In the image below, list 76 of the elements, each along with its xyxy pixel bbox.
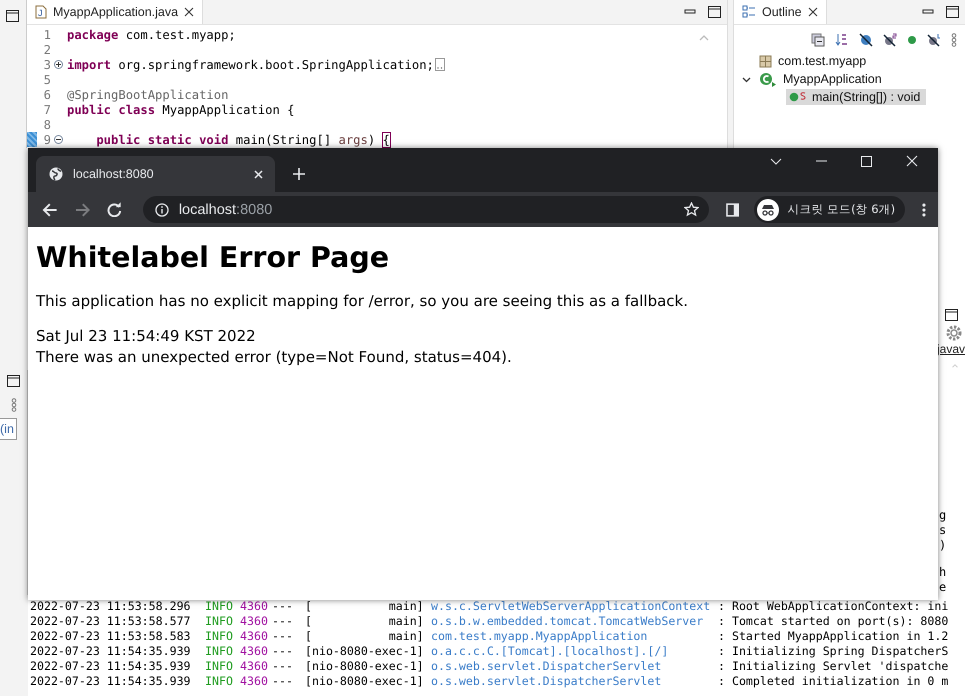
outline-item[interactable]: MyappApplication <box>756 70 888 88</box>
hide-fields-icon[interactable] <box>859 33 873 47</box>
method-icon <box>789 92 799 102</box>
dot-icon[interactable] <box>907 35 917 45</box>
line-number: 6 <box>42 88 51 102</box>
log-line: 2022-07-23 11:53:58.583 INFO 4360 --- [ main] com.test.myapp.MyappApplication : Started MyappApplication in 1.2 <box>29 629 950 644</box>
console-text: g <box>939 508 946 523</box>
log-line: 2022-07-23 11:53:58.577 INFO 4360 --- [ main] o.s.b.w.embedded.tomcat.TomcatWebServer : Tomcat started on port(s): 8080 <box>29 614 950 629</box>
line-number: 5 <box>42 72 51 86</box>
address-bar[interactable]: localhost:8080 <box>142 196 709 223</box>
sort-icon[interactable] <box>835 32 849 48</box>
side-panel-icon[interactable] <box>726 202 740 216</box>
log-line: 2022-07-23 11:53:58.296 INFO 4360 --- [ main] w.s.c.ServletWebServerApplicationContext : Root WebApplicationContext: ini <box>29 599 950 614</box>
code-line: public static void main(String[] args) { <box>95 132 390 146</box>
close-icon[interactable] <box>184 7 194 17</box>
line-number: 7 <box>42 102 51 116</box>
maximize-icon[interactable] <box>7 375 20 387</box>
info-icon[interactable] <box>154 202 169 216</box>
timestamp: Sat Jul 23 11:54:49 KST 2022 <box>36 326 257 347</box>
tab-title: MyappApplication.java <box>53 5 178 19</box>
more-options-icon[interactable] <box>951 33 957 47</box>
view-tab[interactable]: javav <box>936 342 965 356</box>
new-tab-icon[interactable] <box>293 168 305 180</box>
line-number: 2 <box>42 42 51 56</box>
collapse-all-icon[interactable] <box>811 33 825 47</box>
globe-icon <box>49 167 63 181</box>
java-file-icon: J <box>35 5 47 19</box>
code-line: import org.springframework.boot.SpringApplication; <box>66 58 434 72</box>
paragraph: This application has no explicit mapping for /error, so you are seeing this as a fallback. <box>36 292 689 310</box>
line-number: 9 <box>42 132 51 146</box>
code-line: public class MyappApplication { <box>66 102 294 116</box>
chevron-icon[interactable] <box>742 74 751 84</box>
close-icon[interactable] <box>808 7 818 17</box>
error-message: There was an unexpected error (type=Not Found, status=404). <box>36 347 513 368</box>
outline-icon <box>742 5 756 19</box>
console-text: e <box>939 580 946 595</box>
hide-local-icon[interactable] <box>927 33 941 47</box>
back-icon[interactable] <box>42 202 58 216</box>
star-icon[interactable] <box>684 202 699 217</box>
expand-icon[interactable] <box>54 60 62 69</box>
maximize-icon[interactable] <box>946 6 959 18</box>
outline-item[interactable]: com.test.myapp <box>756 53 872 69</box>
log-line: 2022-07-23 11:54:35.939 INFO 4360 --- [nio-8080-exec-1] o.a.c.c.C.[Tomcat].[localhost].[/] : Initializing Spring DispatcherS <box>29 644 950 659</box>
editor-tab[interactable]: J MyappApplication.java <box>27 0 204 24</box>
log-line: 2022-07-23 11:54:35.939 INFO 4360 --- [nio-8080-exec-1] o.s.web.servlet.DispatcherServlet : Completed initialization in 0 m <box>29 674 950 689</box>
log-line: 2022-07-23 11:54:35.939 INFO 4360 --- [nio-8080-exec-1] o.s.web.servlet.DispatcherServlet : Initializing Servlet 'dispatche <box>29 659 950 674</box>
code-line: package com.test.myapp; <box>66 28 236 42</box>
hide-static-icon[interactable] <box>883 33 897 47</box>
line-number: 8 <box>42 118 51 132</box>
class-icon <box>759 72 777 86</box>
console-text: h <box>939 564 946 580</box>
outline-item[interactable]: main(String[]) : void <box>786 89 926 105</box>
menu-icon[interactable] <box>922 202 926 216</box>
outline-tab[interactable]: Outline <box>734 0 827 24</box>
browser-tab[interactable]: localhost:8080 <box>36 156 275 192</box>
forward-icon[interactable] <box>74 202 90 216</box>
reload-icon[interactable] <box>107 202 122 217</box>
minimize-icon[interactable] <box>816 160 827 162</box>
package-icon <box>759 54 772 68</box>
line-number: 3 <box>42 58 51 72</box>
collapse-icon[interactable] <box>54 135 62 144</box>
code-line: @SpringBootApplication <box>66 88 228 102</box>
console-text: ) <box>939 538 946 553</box>
incognito-profile-button[interactable]: 시크릿 모드(창 6개) <box>754 196 906 223</box>
console-text: s <box>939 522 946 538</box>
folded-code-icon[interactable] <box>434 58 445 71</box>
input-field[interactable]: (in <box>0 418 17 440</box>
maximize-icon[interactable] <box>708 6 721 18</box>
more-options-icon[interactable] <box>10 398 16 412</box>
line-number: 1 <box>42 28 51 42</box>
incognito-icon <box>757 198 780 220</box>
maximize-icon[interactable] <box>945 308 958 321</box>
page-heading: Whitelabel Error Page <box>36 241 390 274</box>
chevron-icon[interactable] <box>770 158 782 164</box>
maximize-icon[interactable] <box>6 10 19 22</box>
tab-title: Outline <box>762 5 802 19</box>
